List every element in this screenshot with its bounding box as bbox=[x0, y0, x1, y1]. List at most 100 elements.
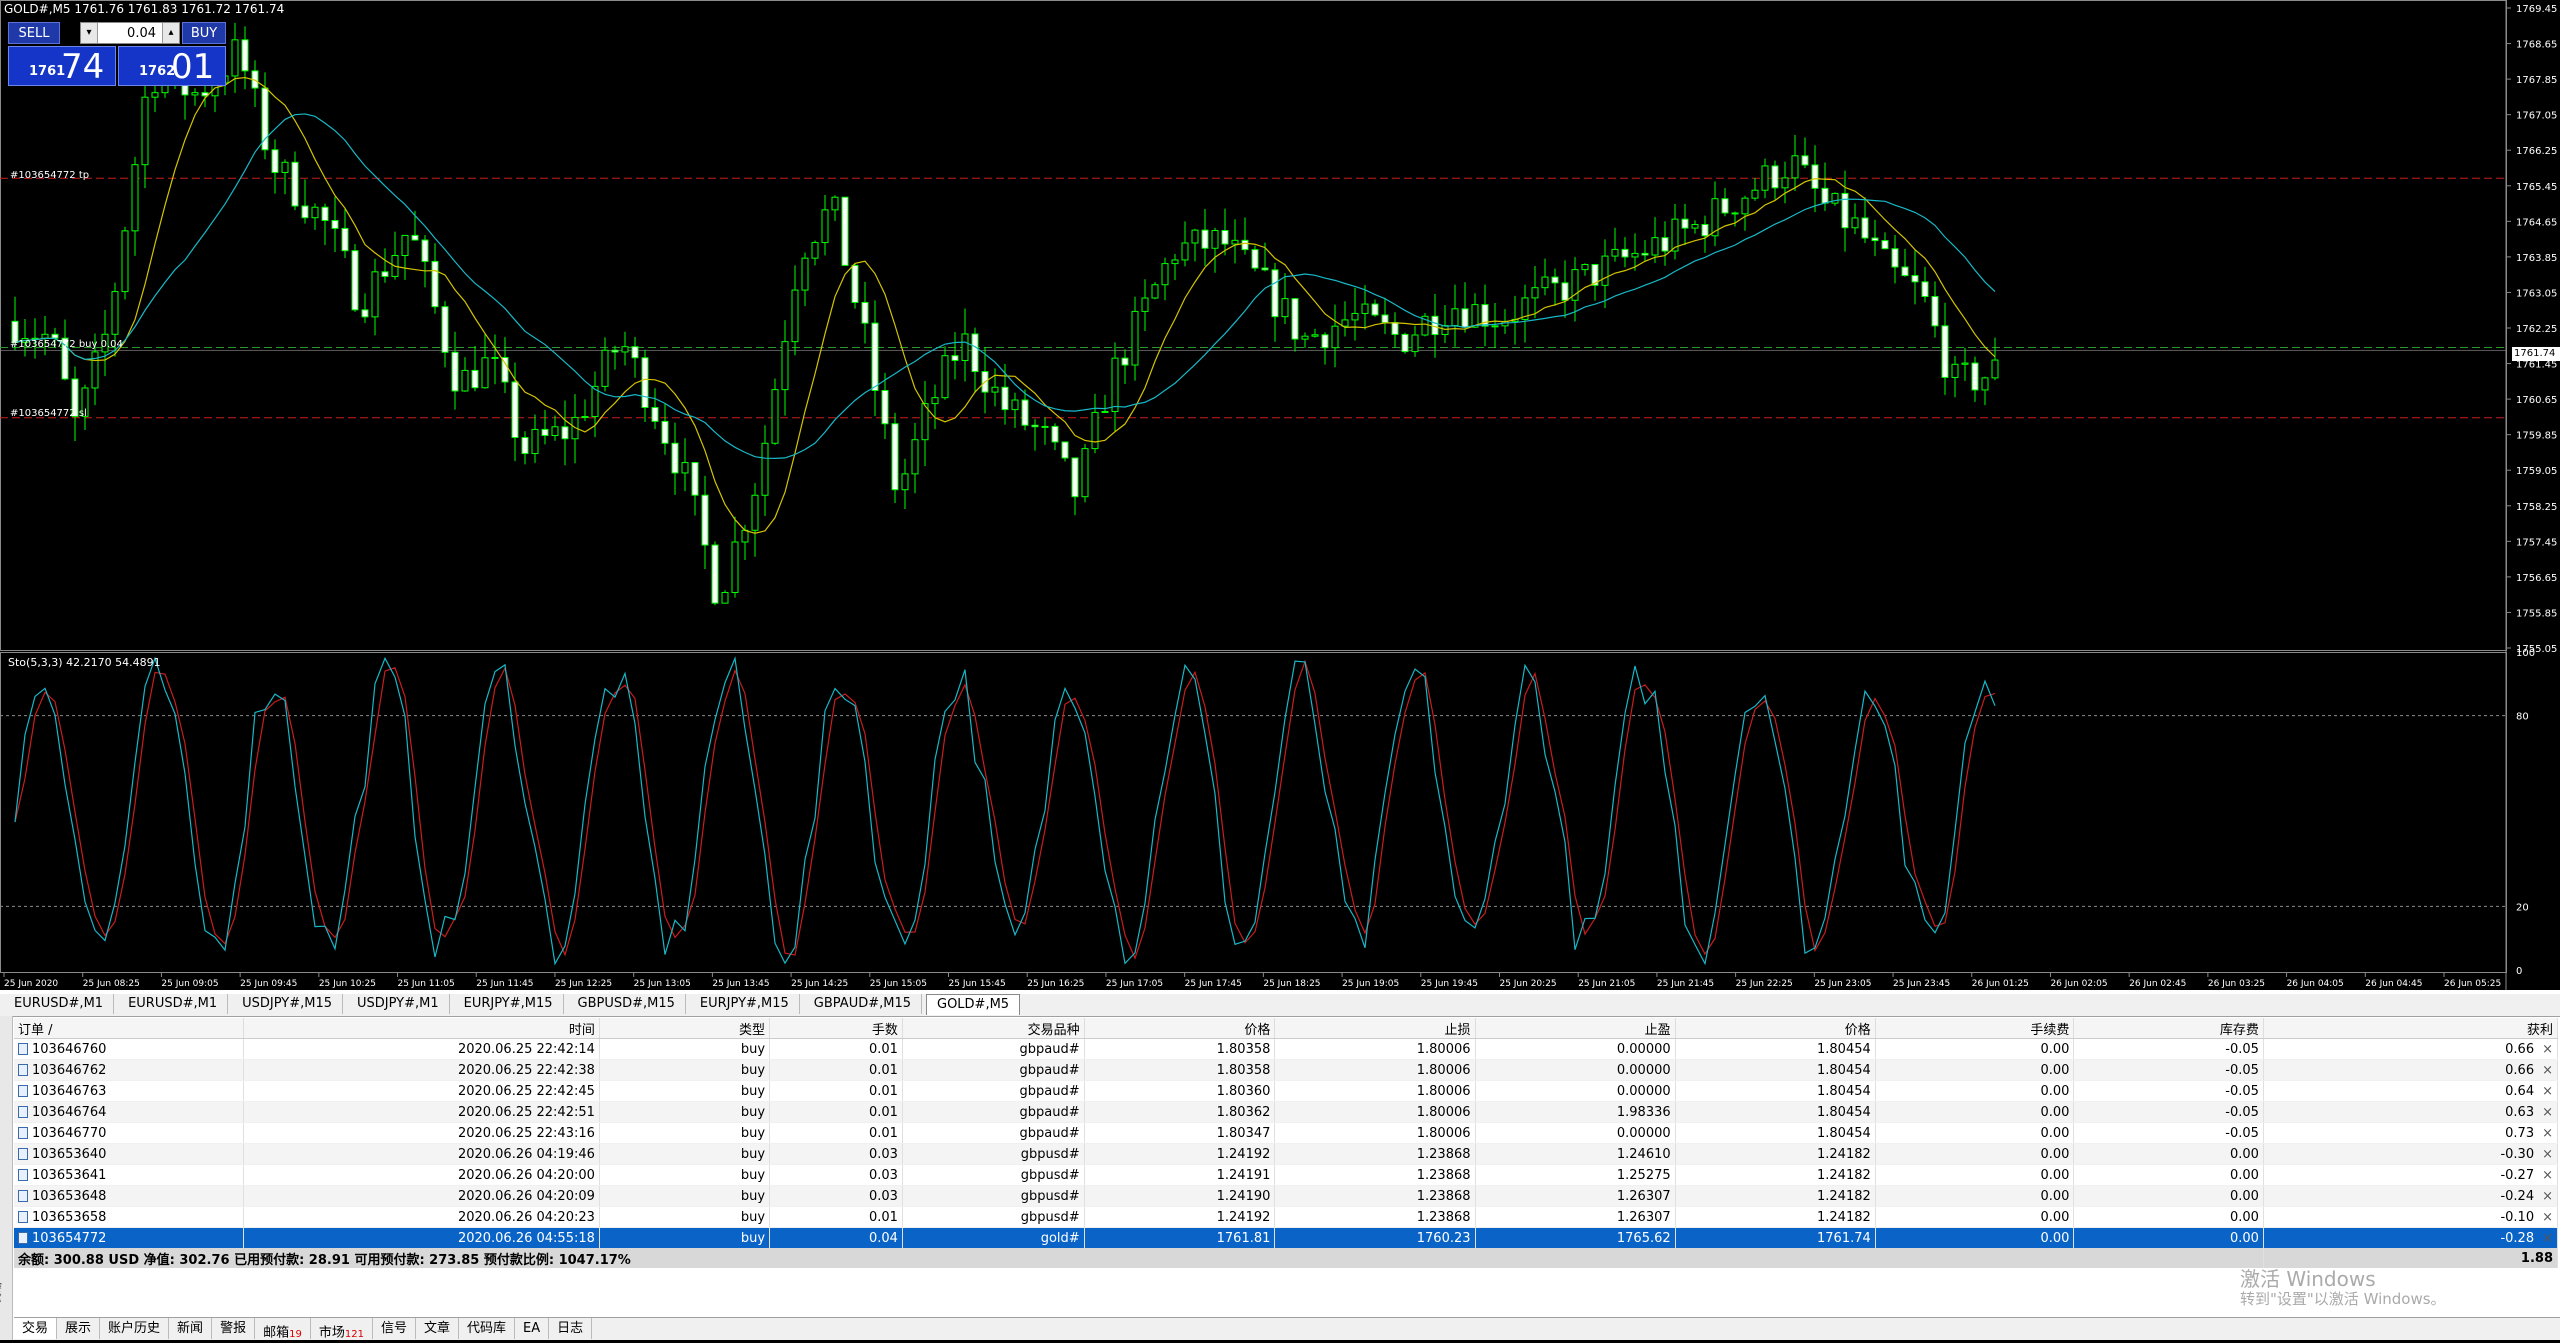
close-order-icon[interactable]: × bbox=[2542, 1147, 2553, 1162]
order-row[interactable]: 103653658 2020.06.26 04:20:23 buy 0.01 gbpus… bbox=[14, 1206, 2559, 1228]
candle-bear bbox=[1861, 217, 1869, 239]
terminal-tab[interactable]: 代码库 bbox=[459, 1318, 515, 1339]
time-tick-label: 26 Jun 01:25 bbox=[1972, 979, 2029, 989]
candle-bull bbox=[771, 389, 779, 444]
order-cell: 1.24610 bbox=[1475, 1143, 1676, 1165]
column-header[interactable]: 时间 bbox=[243, 1018, 600, 1039]
lot-size-value[interactable]: 0.04 bbox=[98, 26, 162, 41]
close-order-icon[interactable]: × bbox=[2542, 1042, 2553, 1057]
order-cell: 2020.06.25 22:43:16 bbox=[243, 1122, 600, 1144]
buy-price-box[interactable]: 1762 01 bbox=[118, 46, 226, 87]
close-order-icon[interactable]: × bbox=[2542, 1210, 2553, 1225]
column-header[interactable]: 手数 bbox=[769, 1018, 903, 1039]
order-row[interactable]: 103646764 2020.06.25 22:42:51 buy 0.01 gbpau… bbox=[14, 1101, 2559, 1123]
terminal-bottom-tabs: 交易 展示 账户历史 新闻 警报 邮箱19 市场121 信号 文章 代码库 EA 日志 bbox=[14, 1317, 2560, 1340]
column-header[interactable]: 类型 bbox=[599, 1018, 771, 1039]
time-tick-label: 25 Jun 16:25 bbox=[1027, 979, 1084, 989]
candle-bull bbox=[1491, 325, 1499, 328]
candle-bull bbox=[481, 357, 489, 389]
terminal-tab[interactable]: 信号 bbox=[373, 1318, 416, 1339]
terminal-tab[interactable]: 市场121 bbox=[311, 1318, 373, 1340]
candle-bull bbox=[1441, 325, 1449, 336]
column-header[interactable]: 价格 bbox=[1675, 1018, 1876, 1039]
order-row[interactable]: 103646770 2020.06.25 22:43:16 buy 0.01 gbpau… bbox=[14, 1122, 2559, 1144]
symbol-tab[interactable]: EURJPY#,M15 bbox=[690, 994, 800, 1014]
close-order-icon[interactable]: × bbox=[2542, 1231, 2553, 1246]
close-order-icon[interactable]: × bbox=[2542, 1189, 2553, 1204]
order-ticket: 103646770 bbox=[32, 1125, 107, 1141]
order-row[interactable]: 103646763 2020.06.25 22:42:45 buy 0.01 gbpau… bbox=[14, 1080, 2559, 1102]
order-profit: -0.10 bbox=[2500, 1209, 2535, 1225]
terminal-tab[interactable]: 展示 bbox=[57, 1318, 101, 1339]
close-order-icon[interactable]: × bbox=[2542, 1084, 2553, 1099]
terminal-tab[interactable]: 邮箱19 bbox=[255, 1318, 311, 1340]
symbol-tab[interactable]: USDJPY#,M15 bbox=[232, 994, 344, 1014]
terminal-tab-label: 信号 bbox=[380, 1321, 407, 1336]
column-header[interactable]: 库存费 bbox=[2073, 1018, 2264, 1039]
order-row[interactable]: 103653640 2020.06.26 04:19:46 buy 0.03 gbpus… bbox=[14, 1143, 2559, 1165]
terminal-tab[interactable]: 日志 bbox=[549, 1318, 593, 1339]
terminal-tab[interactable]: EA bbox=[515, 1318, 550, 1339]
column-header[interactable]: 手续费 bbox=[1875, 1018, 2075, 1039]
symbol-tab[interactable]: EURUSD#,M1 bbox=[4, 994, 115, 1014]
candle-bear bbox=[1381, 314, 1389, 324]
time-tick-label: 25 Jun 21:45 bbox=[1657, 979, 1714, 989]
buy-button[interactable]: BUY bbox=[182, 22, 226, 44]
column-header[interactable]: 订单 / bbox=[14, 1018, 245, 1039]
candle-bear bbox=[1431, 315, 1439, 336]
order-cell: -0.05 bbox=[2073, 1122, 2264, 1144]
candle-bear bbox=[1811, 164, 1819, 189]
symbol-tab[interactable]: USDJPY#,M1 bbox=[347, 994, 450, 1014]
order-cell: 2020.06.26 04:19:46 bbox=[243, 1143, 600, 1165]
chart-area[interactable]: 1769.45 1768.65 1767.85 1767.05 1766.25 1765.… bbox=[0, 0, 2560, 990]
order-cell: 0.00 bbox=[2073, 1143, 2264, 1165]
candle-bull bbox=[1111, 357, 1119, 412]
close-order-icon[interactable]: × bbox=[2542, 1168, 2553, 1183]
terminal-side-strip[interactable]: 终端 bbox=[0, 1016, 13, 1340]
order-ticket: 103653641 bbox=[32, 1167, 107, 1183]
symbol-tab[interactable]: GOLD#,M5 bbox=[926, 994, 1021, 1015]
order-row[interactable]: 103646762 2020.06.25 22:42:38 buy 0.01 gbpau… bbox=[14, 1059, 2559, 1081]
lot-increase-icon[interactable]: ▴ bbox=[162, 23, 179, 43]
terminal-tab[interactable]: 交易 bbox=[14, 1318, 58, 1339]
order-row[interactable]: 103653648 2020.06.26 04:20:09 buy 0.03 gbpus… bbox=[14, 1185, 2559, 1207]
lot-decrease-icon[interactable]: ▾ bbox=[81, 23, 98, 43]
column-header[interactable]: 交易品种 bbox=[902, 1018, 1085, 1039]
close-order-icon[interactable]: × bbox=[2542, 1126, 2553, 1141]
order-cell: gbpusd# bbox=[902, 1143, 1085, 1165]
symbol-tab[interactable]: EURUSD#,M1 bbox=[118, 994, 229, 1014]
time-tick-label: 25 Jun 23:45 bbox=[1893, 979, 1950, 989]
column-header[interactable]: 获利 bbox=[2263, 1018, 2559, 1039]
column-header[interactable]: 止盈 bbox=[1475, 1018, 1676, 1039]
order-cell: 0.00 bbox=[2073, 1164, 2264, 1186]
time-tick-label: 25 Jun 08:25 bbox=[83, 979, 140, 989]
symbol-tab[interactable]: EURJPY#,M15 bbox=[454, 994, 564, 1014]
order-row[interactable]: 103653641 2020.06.26 04:20:00 buy 0.03 gbpus… bbox=[14, 1164, 2559, 1186]
candle-bear bbox=[561, 426, 569, 440]
time-tick-label: 25 Jun 15:45 bbox=[949, 979, 1006, 989]
time-tick-label: 26 Jun 05:25 bbox=[2444, 979, 2501, 989]
symbol-tab[interactable]: GBPAUD#,M15 bbox=[804, 994, 922, 1014]
candle-bull bbox=[1601, 255, 1609, 286]
order-cell: gbpusd# bbox=[902, 1206, 1085, 1228]
column-header[interactable]: 止损 bbox=[1274, 1018, 1476, 1039]
sell-price-small: 1761 bbox=[29, 64, 66, 79]
close-order-icon[interactable]: × bbox=[2542, 1105, 2553, 1120]
candle-bull bbox=[931, 397, 939, 405]
candle-bull bbox=[371, 271, 379, 318]
terminal-tab[interactable]: 新闻 bbox=[169, 1318, 213, 1339]
sell-button[interactable]: SELL bbox=[8, 22, 60, 44]
terminal-tab[interactable]: 警报 bbox=[212, 1318, 256, 1339]
close-order-icon[interactable]: × bbox=[2542, 1063, 2553, 1078]
terminal-tab[interactable]: 文章 bbox=[416, 1318, 459, 1339]
order-cell: 1.80006 bbox=[1274, 1038, 1476, 1060]
column-header[interactable]: 价格 bbox=[1084, 1018, 1276, 1039]
lot-size-input[interactable]: ▾ 0.04 ▴ bbox=[80, 22, 180, 44]
symbol-tab[interactable]: GBPUSD#,M15 bbox=[568, 994, 686, 1014]
sell-price-box[interactable]: 1761 74 bbox=[8, 46, 116, 87]
order-row[interactable]: 103646760 2020.06.25 22:42:14 buy 0.01 gbpau… bbox=[14, 1038, 2559, 1060]
order-row[interactable]: 103654772 2020.06.26 04:55:18 buy 0.04 gold#… bbox=[14, 1227, 2559, 1248]
order-cell: -0.05 bbox=[2073, 1059, 2264, 1081]
price-chart[interactable]: 1769.45 1768.65 1767.85 1767.05 1766.25 1765.… bbox=[0, 0, 2560, 990]
terminal-tab[interactable]: 账户历史 bbox=[100, 1318, 170, 1339]
